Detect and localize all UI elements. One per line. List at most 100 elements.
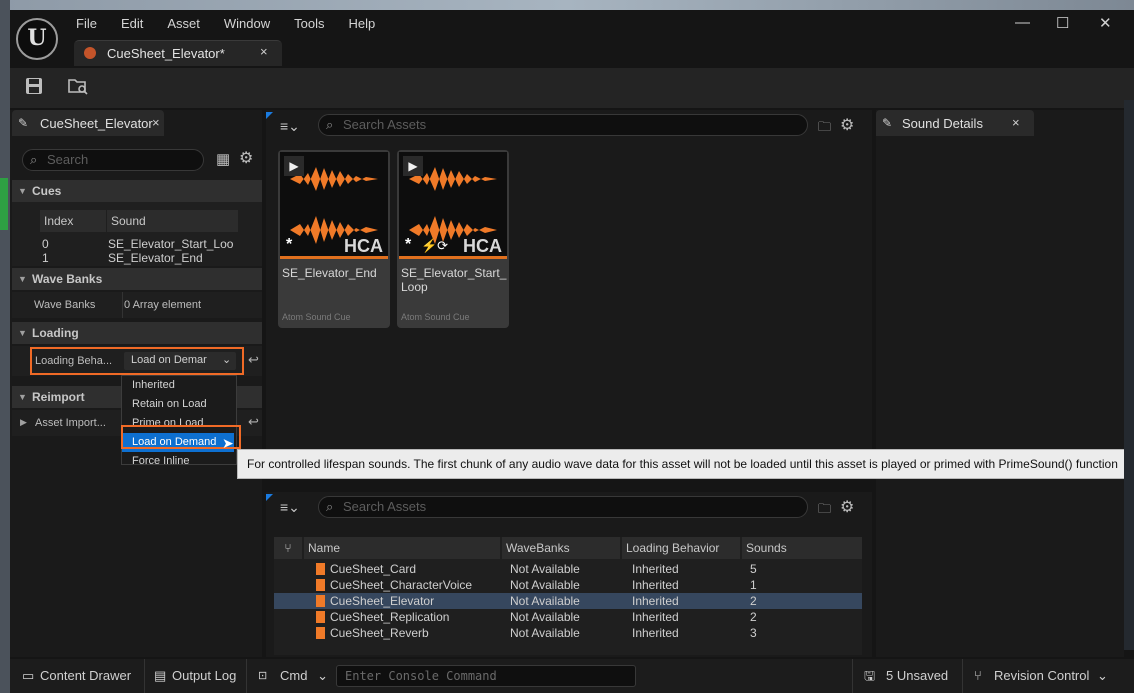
edit-pencil-icon: ✎	[18, 116, 29, 130]
reset-arrow-icon[interactable]: ↩	[248, 352, 259, 368]
cuesheet-browser: ≡⌄ ⌕ Search Assets 🗀 ⚙ ⑂ Name WaveBanks …	[266, 492, 872, 657]
loading-behavior-tooltip: For controlled lifespan sounds. The firs…	[237, 449, 1134, 479]
menu-window[interactable]: Window	[224, 16, 270, 32]
cues-table-area: Index Sound 0 SE_Elevator_Start_Loo 1 SE…	[12, 202, 262, 266]
play-icon[interactable]: ▶	[284, 156, 304, 176]
content-drawer-button[interactable]: ▭ Content Drawer	[20, 665, 144, 687]
search-icon: ⌕	[326, 499, 334, 514]
search-icon: ⌕	[326, 117, 334, 132]
reset-arrow-icon[interactable]: ↩	[248, 414, 259, 430]
revision-icon: ⑂	[974, 668, 982, 683]
loading-behavior-combo[interactable]: Load on Demar ⌄	[124, 352, 236, 370]
option-force-inline[interactable]: Force Inline	[122, 452, 236, 471]
asset-tile[interactable]: ▶ * HCA SE_Elevator_End Atom Sound Cue	[278, 150, 390, 328]
option-retain-on-load[interactable]: Retain on Load	[122, 395, 236, 414]
section-loading[interactable]: ▼ Loading	[12, 322, 262, 344]
close-sound-details-icon[interactable]: ×	[1012, 115, 1020, 130]
folder-icon[interactable]: 🗀	[818, 118, 831, 140]
close-tab-icon[interactable]: ×	[260, 44, 268, 59]
cues-header-sound: Sound	[107, 210, 238, 232]
settings-gear-icon[interactable]: ⚙	[239, 148, 253, 168]
unreal-logo-icon[interactable]: U	[16, 18, 58, 60]
asset-type-label: Atom Sound Cue	[282, 312, 351, 322]
editor-window: U File Edit Asset Window Tools Help CueS…	[10, 10, 1134, 693]
table-row[interactable]: CueSheet_Card Not Available Inherited 5	[274, 561, 862, 577]
filter-icon[interactable]: ≡⌄	[280, 118, 300, 135]
divider	[122, 292, 123, 318]
unsaved-button[interactable]: 🖫 5 Unsaved	[864, 665, 954, 687]
loading-behavior-value: Load on Demar	[131, 354, 207, 366]
loop-icon: ⚡⟳	[421, 238, 449, 253]
modified-star-icon: *	[286, 236, 293, 253]
table-row[interactable]: CueSheet_Reverb Not Available Inherited 3	[274, 625, 862, 641]
codec-badge: HCA	[463, 236, 502, 256]
cmd-selector[interactable]: ⊡ Cmd ⌄	[258, 665, 328, 687]
output-log-button[interactable]: ▤ Output Log	[154, 665, 244, 687]
mouse-cursor-icon: ➤	[222, 435, 234, 451]
details-search-input[interactable]: ⌕ Search	[22, 149, 204, 171]
section-cues[interactable]: ▼ Cues	[12, 180, 262, 202]
asset-type-bar	[399, 256, 507, 259]
console-command-input[interactable]: Enter Console Command	[336, 665, 636, 687]
cmd-label: Cmd	[280, 668, 308, 683]
chevron-down-icon: ⌄	[317, 668, 328, 683]
menu-help[interactable]: Help	[348, 16, 375, 32]
play-icon[interactable]: ▶	[403, 156, 423, 176]
cues-header-index: Index	[40, 210, 106, 232]
sound-details-panel: ✎ Sound Details ×	[876, 110, 1124, 657]
header-wavebanks[interactable]: WaveBanks	[502, 537, 620, 559]
menu-file[interactable]: File	[76, 16, 97, 32]
chevron-down-icon: ⌄	[1097, 668, 1108, 683]
drawer-icon: ▭	[22, 668, 35, 683]
minimize-button[interactable]: —	[1015, 14, 1030, 31]
cuesheet-details-tab[interactable]: ✎ CueSheet_Elevator ×	[12, 110, 164, 136]
table-row[interactable]: CueSheet_Elevator Not Available Inherited 2	[274, 593, 862, 609]
menu-tools[interactable]: Tools	[294, 16, 324, 32]
cuesheet-file-icon	[316, 579, 325, 591]
close-window-button[interactable]: ✕	[1099, 14, 1112, 32]
cell-loading-behavior: Inherited	[632, 578, 679, 592]
revision-icon[interactable]: ⑂	[274, 537, 302, 559]
cell-sounds: 3	[750, 626, 757, 640]
browse-asset-icon[interactable]	[66, 76, 90, 100]
menu-edit[interactable]: Edit	[121, 16, 143, 32]
filter-icon[interactable]: ≡⌄	[280, 499, 300, 516]
save-icon[interactable]	[22, 76, 46, 100]
header-name[interactable]: Name	[304, 537, 500, 559]
desktop-background	[0, 0, 1134, 10]
maximize-button[interactable]: ☐	[1056, 14, 1069, 32]
section-wave-banks[interactable]: ▼ Wave Banks	[12, 268, 262, 290]
settings-gear-icon[interactable]: ⚙	[840, 497, 854, 517]
document-tab[interactable]: CueSheet_Elevator* ×	[74, 40, 282, 66]
asset-tile[interactable]: ▶ * ⚡⟳ HCA SE_Elevator_Start_ Loop Atom …	[397, 150, 509, 328]
settings-gear-icon[interactable]: ⚙	[840, 115, 854, 135]
edit-pencil-icon: ✎	[882, 116, 893, 130]
tab-marker	[266, 494, 273, 501]
revision-control-button[interactable]: ⑂ Revision Control ⌄	[974, 665, 1114, 687]
cell-sounds: 5	[750, 562, 757, 576]
table-row[interactable]: CueSheet_CharacterVoice Not Available Inhe…	[274, 577, 862, 593]
toolbar	[10, 68, 1134, 108]
cell-name: CueSheet_Replication	[330, 610, 450, 624]
menu-asset[interactable]: Asset	[167, 16, 200, 32]
cuesheet-icon	[84, 47, 96, 59]
table-view-icon[interactable]: ▦	[216, 150, 230, 168]
close-details-tab-icon[interactable]: ×	[152, 115, 160, 130]
sound-details-tab-label: Sound Details	[902, 116, 983, 131]
asset-type-bar	[280, 256, 388, 259]
option-inherited[interactable]: Inherited	[122, 376, 236, 395]
header-sounds[interactable]: Sounds	[742, 537, 862, 559]
folder-icon[interactable]: 🗀	[818, 500, 831, 522]
sound-details-tab[interactable]: ✎ Sound Details ×	[876, 110, 1034, 136]
codec-badge: HCA	[344, 236, 383, 256]
asset-search-input[interactable]: ⌕ Search Assets	[318, 114, 808, 136]
section-loading-label: Loading	[32, 326, 79, 340]
chevron-right-icon[interactable]: ▶	[20, 417, 27, 428]
section-wave-banks-label: Wave Banks	[32, 272, 103, 286]
header-loading-behavior[interactable]: Loading Behavior	[622, 537, 740, 559]
console-icon: ⊡	[258, 670, 268, 682]
cuesheet-file-icon	[316, 595, 325, 607]
table-row[interactable]: CueSheet_Replication Not Available Inherit…	[274, 609, 862, 625]
cue-row-sound[interactable]: SE_Elevator_End	[108, 250, 203, 266]
cuesheet-search-input[interactable]: ⌕ Search Assets	[318, 496, 808, 518]
